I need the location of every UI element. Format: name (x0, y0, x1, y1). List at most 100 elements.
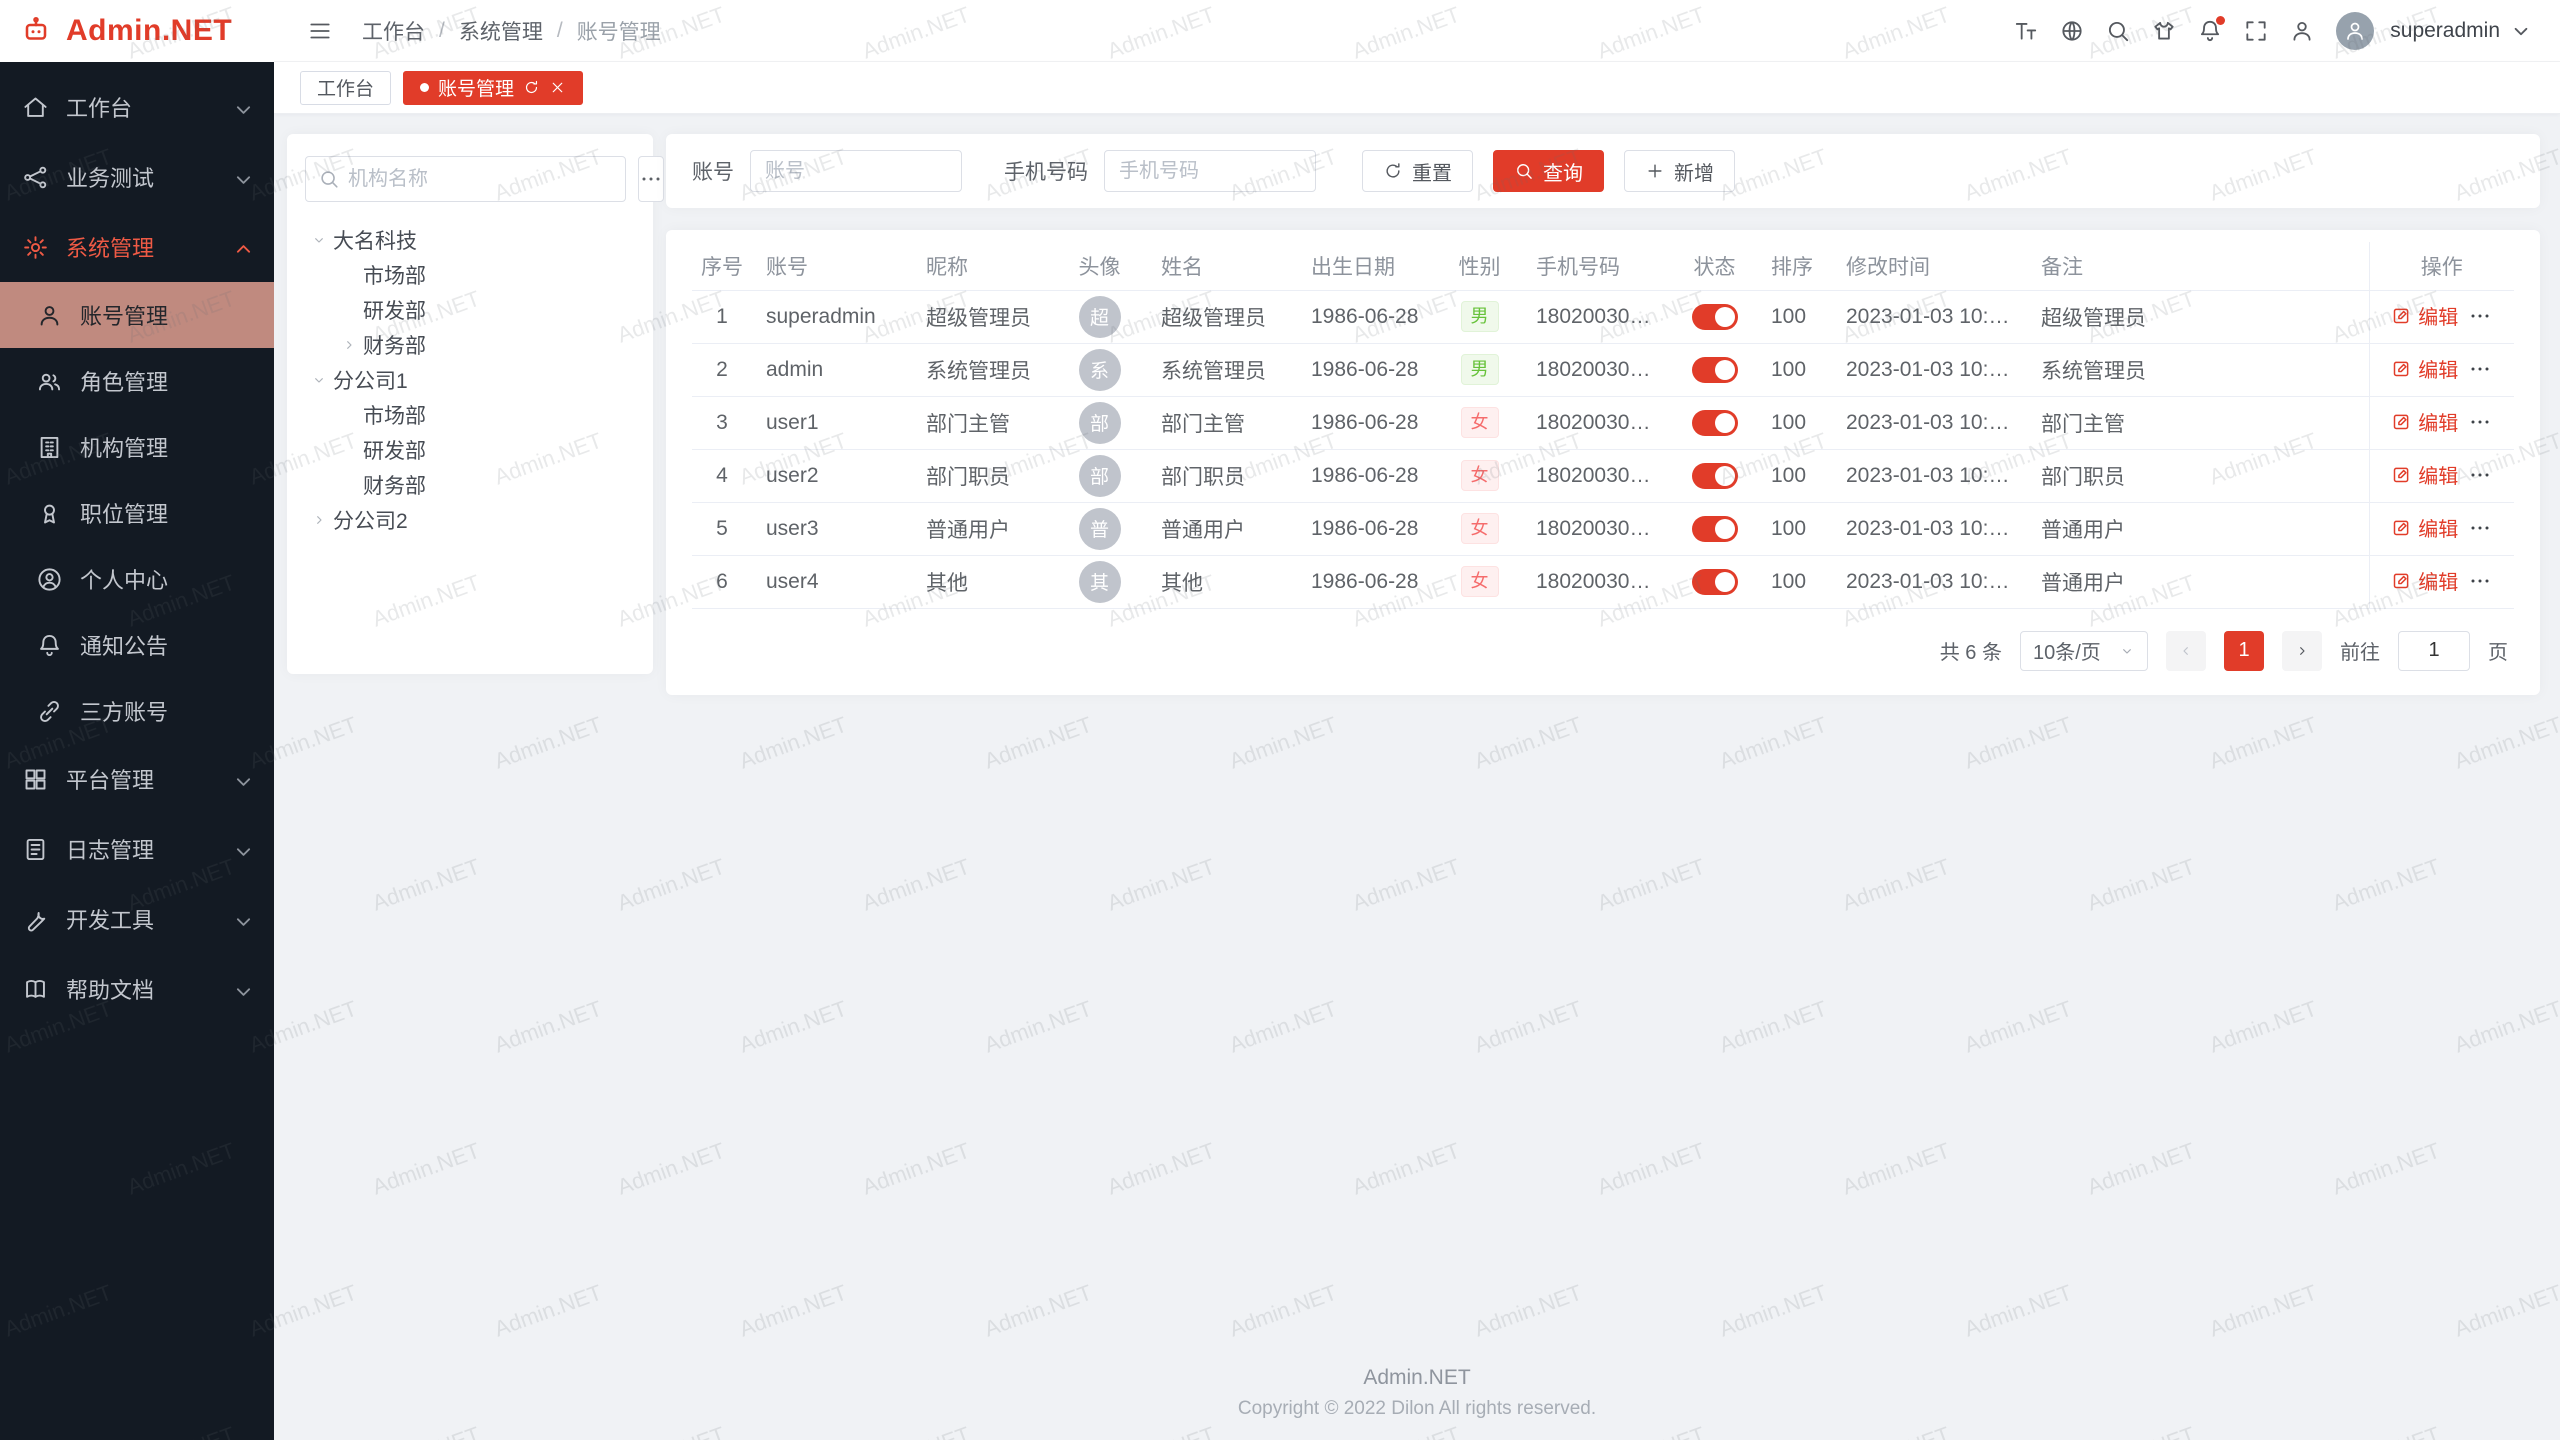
sidebar-subitem-users[interactable]: 角色管理 (0, 348, 274, 414)
theme-icon[interactable] (2144, 11, 2184, 51)
search-button[interactable]: 查询 (1493, 150, 1604, 192)
menu-collapse-icon[interactable] (300, 11, 340, 51)
search-icon (1514, 161, 1534, 181)
cell-remark: 部门主管 (2027, 396, 2369, 449)
sidebar-subitem-label: 个人中心 (80, 563, 252, 595)
cell-birthdate: 1986-06-28 (1297, 555, 1437, 608)
org-more-button[interactable] (638, 156, 664, 202)
tree-caret-icon[interactable] (305, 232, 333, 248)
page-number-1[interactable]: 1 (2224, 631, 2264, 671)
table-row: 3user1部门主管部部门主管1986-06-28女18020030720100… (692, 396, 2514, 449)
sidebar-item-label: 工作台 (66, 91, 230, 123)
tree-node[interactable]: 分公司1 (305, 362, 635, 397)
user-avatar[interactable] (2336, 12, 2374, 50)
sidebar-item-label: 日志管理 (66, 833, 230, 865)
sidebar-item-log[interactable]: 日志管理 (0, 814, 274, 884)
account-input[interactable] (750, 150, 962, 192)
status-toggle[interactable] (1692, 410, 1738, 436)
cell-phone: 18020030720 (1522, 449, 1672, 502)
row-avatar: 超 (1079, 296, 1121, 338)
cell-order: 100 (1757, 290, 1832, 343)
org-panel: 大名科技市场部研发部财务部分公司1市场部研发部财务部分公司2 (287, 134, 653, 674)
breadcrumb-item-workbench[interactable]: 工作台 (362, 16, 425, 46)
edit-button[interactable]: 编辑 (2391, 301, 2458, 330)
edit-button[interactable]: 编辑 (2391, 566, 2458, 595)
tree-node[interactable]: 财务部 (305, 467, 635, 502)
goto-page-input[interactable] (2398, 631, 2470, 671)
cell-index: 2 (692, 343, 752, 396)
accounts-table-body: 1superadmin超级管理员超超级管理员1986-06-28男1802003… (692, 290, 2514, 608)
tree-node-label: 大名科技 (333, 225, 417, 255)
status-toggle[interactable] (1692, 357, 1738, 383)
search-icon[interactable] (2098, 11, 2138, 51)
sidebar-subitem-building[interactable]: 机构管理 (0, 414, 274, 480)
prev-page-button[interactable] (2166, 631, 2206, 671)
tree-node[interactable]: 财务部 (305, 327, 635, 362)
row-more-button[interactable] (2468, 516, 2492, 540)
status-toggle[interactable] (1692, 569, 1738, 595)
sidebar-item-flow[interactable]: 业务测试 (0, 142, 274, 212)
sidebar-item-home[interactable]: 工作台 (0, 72, 274, 142)
tree-node-label: 市场部 (363, 400, 426, 430)
tree-node[interactable]: 大名科技 (305, 222, 635, 257)
row-more-button[interactable] (2468, 304, 2492, 328)
tab-account-management[interactable]: 账号管理 (403, 71, 583, 105)
sidebar-subitem-badge[interactable]: 职位管理 (0, 480, 274, 546)
column-header: 操作 (2369, 242, 2514, 290)
next-page-button[interactable] (2282, 631, 2322, 671)
tree-caret-icon[interactable] (305, 512, 333, 528)
sidebar-item-grid[interactable]: 平台管理 (0, 744, 274, 814)
chevron-down-icon (2119, 643, 2135, 659)
tab-workbench[interactable]: 工作台 (300, 71, 391, 105)
status-toggle[interactable] (1692, 463, 1738, 489)
cell-name: 部门职员 (1147, 449, 1297, 502)
tree-node[interactable]: 研发部 (305, 292, 635, 327)
username[interactable]: superadmin (2390, 19, 2500, 43)
tree-node[interactable]: 研发部 (305, 432, 635, 467)
header-actions: superadmin (2006, 11, 2534, 51)
profile-icon[interactable] (2282, 11, 2322, 51)
sidebar-item-gear[interactable]: 系统管理 (0, 212, 274, 282)
tree-node[interactable]: 分公司2 (305, 502, 635, 537)
status-toggle[interactable] (1692, 516, 1738, 542)
sidebar-item-tool[interactable]: 开发工具 (0, 884, 274, 954)
user-menu-chevron-icon[interactable] (2508, 11, 2534, 51)
edit-button[interactable]: 编辑 (2391, 354, 2458, 383)
status-toggle[interactable] (1692, 304, 1738, 330)
page-size-select[interactable]: 10条/页 (2020, 631, 2148, 671)
sidebar-item-doc[interactable]: 帮助文档 (0, 954, 274, 1024)
org-search-input[interactable] (348, 168, 613, 191)
tree-node[interactable]: 市场部 (305, 257, 635, 292)
tab-close-icon[interactable] (549, 79, 566, 96)
row-more-button[interactable] (2468, 463, 2492, 487)
row-more-button[interactable] (2468, 569, 2492, 593)
edit-button[interactable]: 编辑 (2391, 407, 2458, 436)
fullscreen-icon[interactable] (2236, 11, 2276, 51)
notification-icon[interactable] (2190, 11, 2230, 51)
sidebar-subitem-link[interactable]: 三方账号 (0, 678, 274, 744)
add-button[interactable]: 新增 (1624, 150, 1735, 192)
cell-order: 100 (1757, 396, 1832, 449)
tree-node[interactable]: 市场部 (305, 397, 635, 432)
column-header: 备注 (2027, 242, 2369, 290)
reset-label: 重置 (1412, 157, 1452, 186)
breadcrumb-item-system[interactable]: 系统管理 (459, 16, 543, 46)
column-header: 状态 (1672, 242, 1757, 290)
sidebar-item-label: 平台管理 (66, 763, 230, 795)
edit-button[interactable]: 编辑 (2391, 460, 2458, 489)
pagination-total: 共 6 条 (1940, 636, 2002, 665)
sidebar-subitem-bell[interactable]: 通知公告 (0, 612, 274, 678)
row-more-button[interactable] (2468, 357, 2492, 381)
tree-caret-icon[interactable] (335, 337, 363, 353)
sidebar-subitem-person[interactable]: 个人中心 (0, 546, 274, 612)
tab-refresh-icon[interactable] (523, 79, 540, 96)
sidebar-subitem-user[interactable]: 账号管理 (0, 282, 274, 348)
phone-input[interactable] (1104, 150, 1316, 192)
font-size-icon[interactable] (2006, 11, 2046, 51)
column-header: 排序 (1757, 242, 1832, 290)
locale-icon[interactable] (2052, 11, 2092, 51)
row-more-button[interactable] (2468, 410, 2492, 434)
reset-button[interactable]: 重置 (1362, 150, 1473, 192)
tree-caret-icon[interactable] (305, 372, 333, 388)
edit-button[interactable]: 编辑 (2391, 513, 2458, 542)
